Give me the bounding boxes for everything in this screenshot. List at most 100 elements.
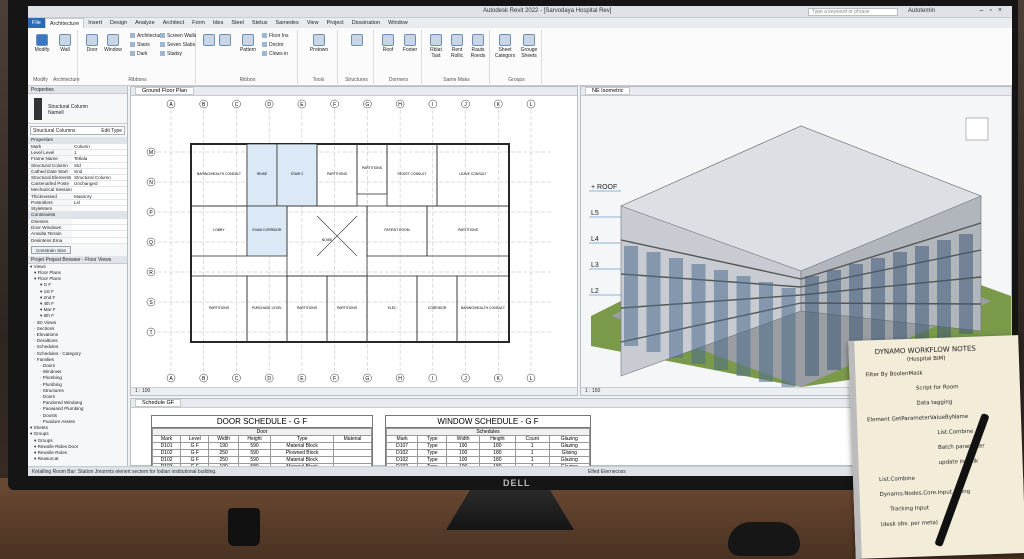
architecture-button[interactable]: Architecture [130,33,164,39]
floor-button[interactable]: Floor Ins [262,33,288,39]
structures-button[interactable] [348,34,366,47]
floor-plan-view[interactable]: Ground Floor Plan AABBCCDDEEFFGGHHIIJJKK… [130,86,578,396]
tab-design[interactable]: Design [106,18,131,28]
window-controls[interactable]: –▫× [980,7,1008,14]
schedule-cell[interactable]: Glazing [548,456,591,464]
schedule-cell[interactable]: 100 [446,449,481,457]
schedule-cell[interactable]: G F [180,442,210,450]
tab-stetus[interactable]: Stetus [248,18,272,28]
schedule-cell[interactable]: 190 [446,442,481,450]
schedule-header[interactable]: Height [479,435,516,443]
browser-item[interactable]: ▾ Reasurcat [28,456,127,462]
schedule-cell[interactable]: 250 [208,456,239,464]
schedule-cell[interactable]: 180 [479,449,516,457]
screen-walls-button[interactable]: Screen Walls [160,33,196,39]
property-value[interactable]: Unchanged [72,181,127,187]
rent-button[interactable]: Rent Rollic [447,34,467,59]
window-button[interactable]: Window [102,34,124,53]
iso-view-tab[interactable]: NE Isometric [585,87,631,95]
schedule-header[interactable]: Width [446,435,481,443]
dark-button[interactable]: Dark [130,51,148,57]
rotate-button[interactable] [218,34,232,47]
schedule-header[interactable]: Level [180,435,210,443]
seven-slabs-button[interactable]: Seven Slabs [160,42,195,48]
tab-ides[interactable]: Ides [209,18,227,28]
schedule-cell[interactable]: Material Block [270,442,335,450]
tab-window[interactable]: Window [384,18,412,28]
tab-architect[interactable]: Architect [159,18,188,28]
doctor-button[interactable]: Doctor [262,42,284,48]
tab-dsssination[interactable]: Dsssination [348,18,384,28]
schedule-cell[interactable]: 1 [514,442,550,450]
schedule-cell[interactable]: Type [417,449,448,457]
door-button[interactable]: Door [83,34,101,53]
schedule-header[interactable]: Count [514,435,550,443]
tab-project[interactable]: Project [323,18,348,28]
move-button[interactable] [202,34,216,47]
rauts-button[interactable]: Rauts Roeds [468,34,488,59]
status-filter[interactable]: Elfed Eternecoss [588,469,626,475]
type-dropdown[interactable]: Structural Columns Edit Type [30,126,125,135]
schedule-row[interactable]: D101 G F 190 590 Material Block [151,442,372,450]
schedule-cell[interactable] [333,442,372,450]
user-name[interactable]: Autotemin [908,8,935,14]
tab-steel[interactable]: Steel [227,18,248,28]
schedule-cell[interactable]: G F [180,456,210,464]
property-value[interactable]: Column [72,144,127,150]
stairs-button[interactable]: Stairs [130,42,150,48]
property-value[interactable]: Structural Column [72,174,127,181]
staitsy-button[interactable]: Staitsy [160,51,182,57]
tab-analyze[interactable]: Analyze [131,18,159,28]
schedule-cell[interactable]: D102 [385,449,419,457]
schedule-header[interactable]: Type [270,435,335,443]
constraint-value[interactable] [72,225,127,231]
schedule-cell[interactable]: 190 [208,442,239,450]
tab-samedes[interactable]: Samedes [272,18,303,28]
schedule-header[interactable]: Glazing [548,435,591,443]
schedule-row[interactable]: D107 Type 190 180 1 Glazing [385,442,591,450]
roof-button[interactable]: Roof [378,34,398,53]
tab-form[interactable]: Form [188,18,209,28]
schedule-cell[interactable]: 250 [208,449,239,457]
schedule-header[interactable]: Material [333,435,372,443]
tab-insert[interactable]: Insert [84,18,106,28]
protown-button[interactable]: Protown [306,34,332,53]
schedule-cell[interactable]: 590 [237,442,272,450]
clows-button[interactable]: Clows in [262,51,288,57]
schedule-cell[interactable] [333,456,372,464]
schedule-cell[interactable]: D102 [151,456,182,464]
tab-view[interactable]: View [303,18,323,28]
schedule-cell[interactable]: 590 [237,449,272,457]
schedule-cell[interactable]: Type [417,456,448,464]
window-schedule[interactable]: WINDOW SCHEDULE - G F Schedules Mark Type W… [385,415,591,472]
plan-view-control-bar[interactable]: 1 : 100 [131,387,577,395]
footer-button[interactable]: Footer [400,34,420,53]
schedule-cell[interactable]: Glising [548,449,591,457]
schedule-cell[interactable]: G F [180,449,210,457]
schedule-cell[interactable]: Plowned Block [270,449,335,457]
tab-file[interactable]: File [28,18,45,28]
schedule-cell[interactable]: D102 [151,449,182,457]
door-schedule[interactable]: DOOR SCHEDULE - G F Door Mark Level Width He… [151,415,373,472]
constraint-row[interactable]: Desintens Ema [28,237,127,244]
wall-button[interactable]: Wall [55,34,75,53]
schedule-cell[interactable]: Material Block [270,456,335,464]
schedule-header[interactable]: Mark [151,435,182,443]
schedule-cell[interactable]: Type [417,442,448,450]
apply-button[interactable]: Constrain Size [31,245,71,254]
property-value[interactable]: Snd [72,168,127,174]
group-sheets-button[interactable]: Grouge Sheets [518,34,540,59]
tab-architecture[interactable]: Architecture [44,18,85,28]
floor-plan-drawing[interactable]: AABBCCDDEEFFGGHHIIJJKKLLMNPQRSTBARING/HE… [131,96,577,387]
property-value[interactable]: Tetlala [72,156,127,162]
schedule-row[interactable]: D102 Type 100 180 1 Glising [385,449,591,457]
property-value[interactable] [72,205,127,212]
schedule-cell[interactable]: 180 [479,456,516,464]
modify-button[interactable]: Modify [32,34,52,53]
edit-type-button[interactable]: Edit Type [101,128,122,134]
schedule-row[interactable]: D102Type1001801Glazing [385,456,591,464]
constraint-value[interactable] [72,231,127,237]
schedule-cell[interactable]: 100 [446,456,481,464]
property-value[interactable]: 1 [72,150,127,156]
constraint-value[interactable] [72,237,127,243]
